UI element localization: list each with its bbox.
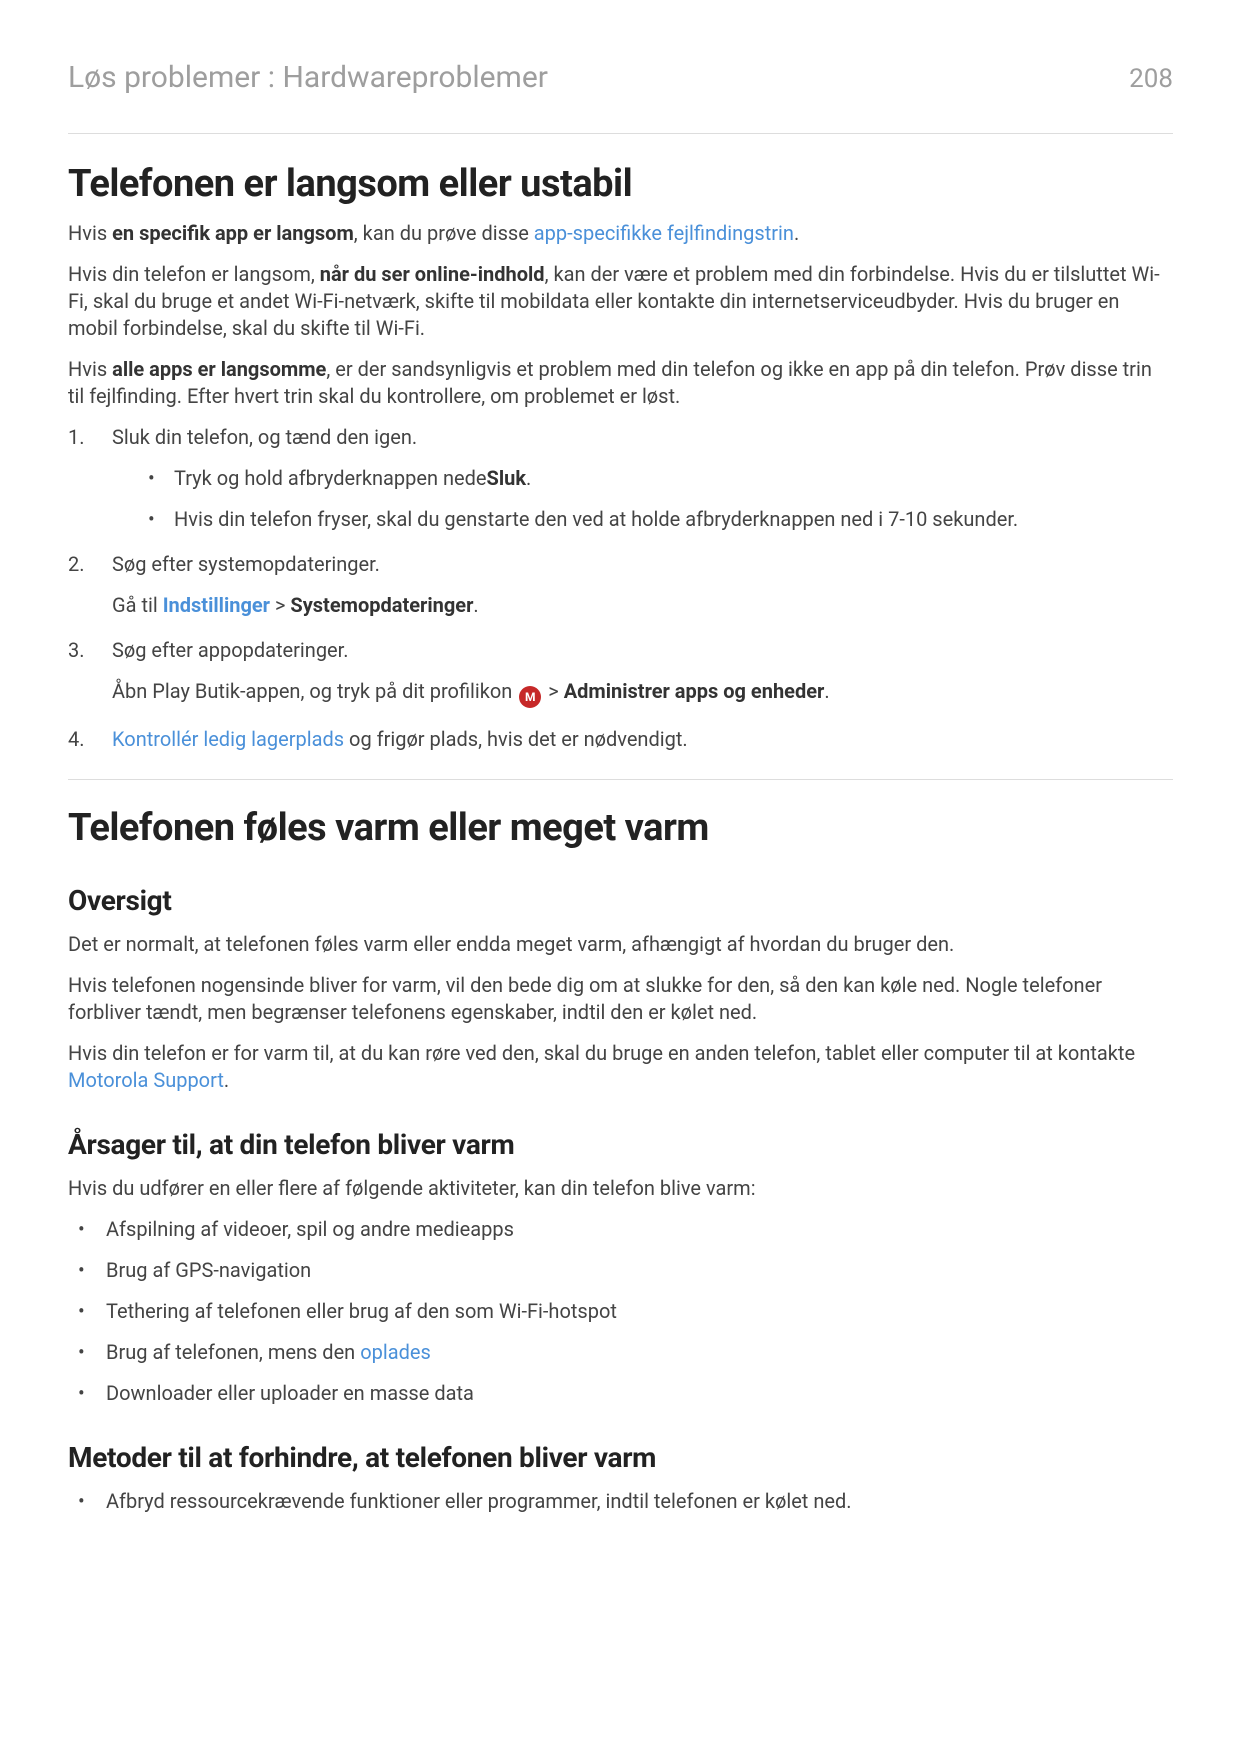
page: Løs problemer : Hardwareproblemer 208 Te… [0,0,1241,1754]
sub-line: Gå til Indstillinger > Systemopdateringe… [112,592,1173,619]
text: Brug af GPS-navigation [106,1258,311,1282]
list-item: Downloader eller uploader en masse data [68,1380,1173,1407]
text: Gå til [112,593,163,617]
text: Afspilning af videoer, spil og andre med… [106,1217,514,1241]
list-item: Afbryd ressourcekrævende funktioner elle… [68,1488,1173,1515]
subheading-causes: Årsager til, at din telefon bliver varm [68,1128,1173,1161]
breadcrumb: Løs problemer : Hardwareproblemer [68,60,548,95]
paragraph: Hvis telefonen nogensinde bliver for var… [68,972,1173,1026]
list-item: Hvis din telefon fryser, skal du genstar… [112,506,1173,533]
paragraph: Det er normalt, at telefonen føles varm … [68,931,1173,958]
link-check-storage[interactable]: Kontrollér ledig lagerplads [112,727,344,751]
step-text: Søg efter systemopdateringer. [112,552,380,576]
text: . [794,221,799,245]
text: og frigør plads, hvis det er nødvendigt. [344,727,688,751]
step-1: Sluk din telefon, og tænd den igen. Tryk… [68,424,1173,533]
text: . [473,593,478,617]
text: Hvis [68,357,112,381]
text: Tethering af telefonen eller brug af den… [106,1299,617,1323]
sub-line: Åbn Play Butik-appen, og tryk på dit pro… [112,678,1173,708]
text: . [224,1068,229,1092]
text: Brug af telefonen, mens den [106,1340,360,1364]
list-item: Brug af GPS-navigation [68,1257,1173,1284]
step-text: Sluk din telefon, og tænd den igen. [112,425,417,449]
text: > [270,593,290,617]
text: Downloader eller uploader en masse data [106,1381,474,1405]
paragraph: Hvis din telefon er for varm til, at du … [68,1040,1173,1094]
ordered-steps: Sluk din telefon, og tænd den igen. Tryk… [68,424,1173,753]
list-item: Brug af telefonen, mens den oplades [68,1339,1173,1366]
text-bold: alle apps er langsomme [112,357,326,381]
text-bold: en specifik app er langsom [112,221,354,245]
bullet-list-causes: Afspilning af videoer, spil og andre med… [68,1216,1173,1407]
section-title-slow-phone: Telefonen er langsom eller ustabil [68,162,1173,206]
text: Hvis din telefon er for varm til, at du … [68,1041,1135,1065]
text: Afbryd ressourcekrævende funktioner elle… [106,1489,852,1513]
paragraph: Hvis alle apps er langsomme, er der sand… [68,356,1173,410]
divider [68,133,1173,134]
text-bold: Sluk [487,466,527,490]
text: Hvis din telefon fryser, skal du genstar… [174,507,1018,531]
subheading-overview: Oversigt [68,884,1173,917]
link-motorola-support[interactable]: Motorola Support [68,1068,224,1092]
link-app-specific-troubleshooting[interactable]: app-specifikke fejlfindingstrin [534,221,794,245]
text: Åbn Play Butik-appen, og tryk på dit pro… [112,679,517,703]
text: Hvis [68,221,112,245]
step-text: Søg efter appopdateringer. [112,638,349,662]
text: , kan du prøve disse [354,221,534,245]
text-bold: Administrer apps og enheder [564,679,825,703]
text: Hvis din telefon er langsom, [68,262,320,286]
text: . [526,466,531,490]
step-4: Kontrollér ledig lagerplads og frigør pl… [68,726,1173,753]
step-2: Søg efter systemopdateringer. Gå til Ind… [68,551,1173,619]
divider [68,779,1173,780]
bullet-list-prevent: Afbryd ressourcekrævende funktioner elle… [68,1488,1173,1515]
link-settings[interactable]: Indstillinger [163,593,270,617]
step-3: Søg efter appopdateringer. Åbn Play Buti… [68,637,1173,708]
sub-bullets: Tryk og hold afbryderknappen nedeSluk. H… [112,465,1173,533]
text: > [543,679,563,703]
link-charging[interactable]: oplades [360,1340,431,1364]
list-item: Afspilning af videoer, spil og andre med… [68,1216,1173,1243]
paragraph: Hvis din telefon er langsom, når du ser … [68,261,1173,342]
list-item: Tethering af telefonen eller brug af den… [68,1298,1173,1325]
paragraph: Hvis du udfører en eller flere af følgen… [68,1175,1173,1202]
text-bold: når du ser online-indhold [320,262,545,286]
text-bold: Systemopdateringer [290,593,473,617]
text: . [824,679,829,703]
section-title-phone-warm: Telefonen føles varm eller meget varm [68,806,1173,850]
paragraph: Hvis en specifik app er langsom, kan du … [68,220,1173,247]
page-number: 208 [1129,64,1173,94]
list-item: Tryk og hold afbryderknappen nedeSluk. [112,465,1173,492]
text: Tryk og hold afbryderknappen nede [174,466,487,490]
subheading-prevent: Metoder til at forhindre, at telefonen b… [68,1441,1173,1474]
profile-icon: M [519,686,541,708]
page-header: Løs problemer : Hardwareproblemer 208 [68,60,1173,95]
